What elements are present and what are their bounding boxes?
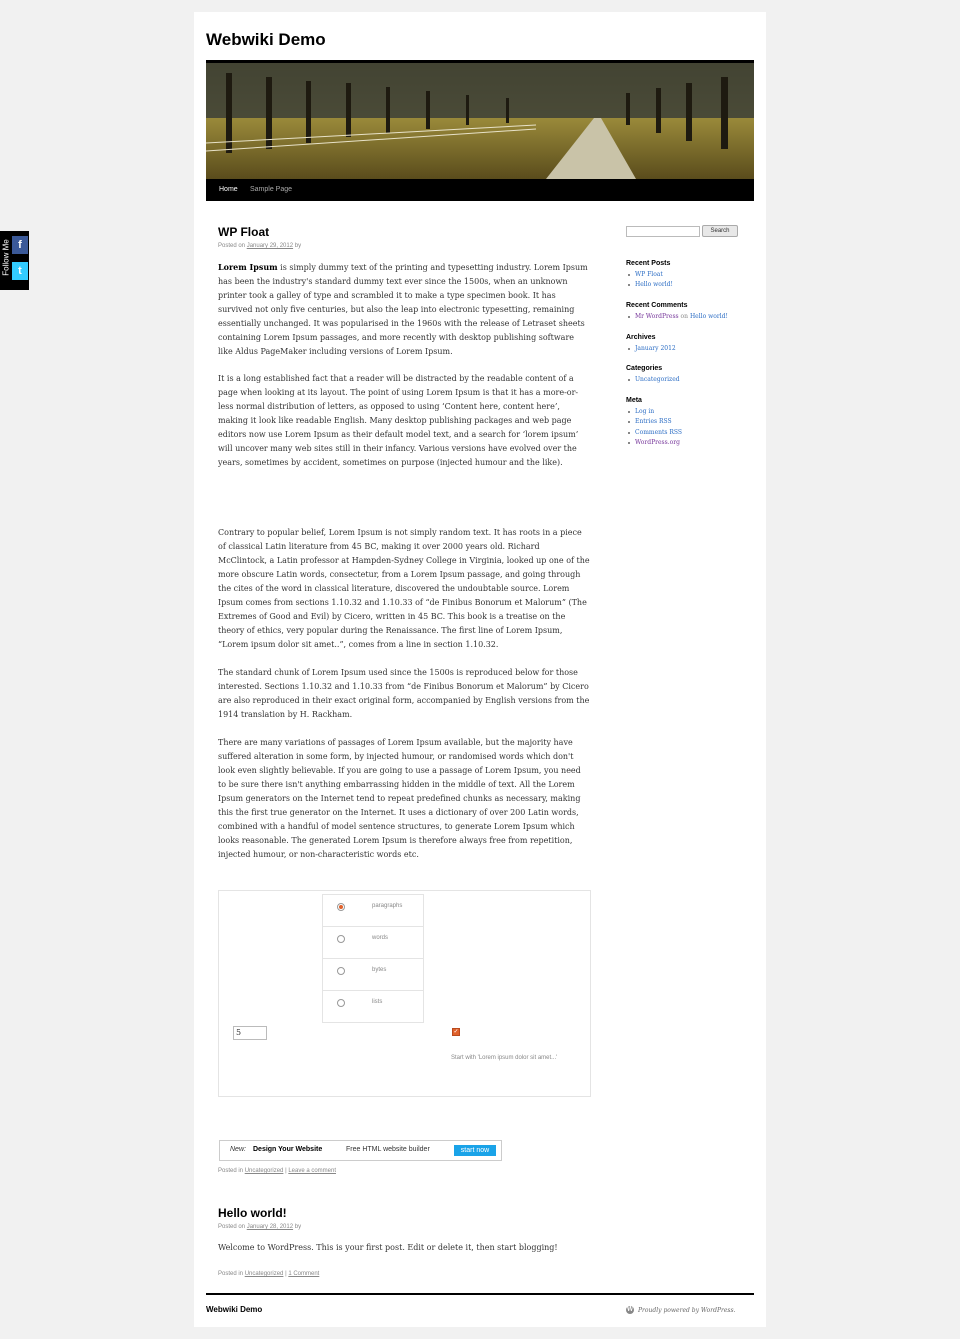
category-link[interactable]: Uncategorized: [635, 376, 680, 383]
radio-bytes[interactable]: [337, 967, 345, 975]
meta-link-entries-rss[interactable]: Entries RSS: [635, 418, 672, 425]
archive-link[interactable]: January 2012: [635, 345, 676, 352]
post-paragraph: Lorem Ipsum is simply dummy text of the …: [218, 260, 590, 359]
post-meta: Posted on January 29, 2012 by: [218, 243, 301, 249]
facebook-icon[interactable]: f: [12, 236, 28, 254]
post-meta: Posted on January 28, 2012 by: [218, 1224, 301, 1230]
header-image: [206, 60, 754, 182]
radio-words[interactable]: [337, 935, 345, 943]
widget-title-categories: Categories: [626, 365, 663, 372]
radio-lists[interactable]: [337, 999, 345, 1007]
follow-me-label: Follow Me: [1, 239, 11, 276]
follow-me-widget: Follow Me f t: [0, 231, 29, 290]
bold-lead: Lorem Ipsum: [218, 262, 278, 272]
bullet: [628, 442, 630, 444]
post-paragraph: The standard chunk of Lorem Ipsum used s…: [218, 668, 590, 719]
widget-title-meta: Meta: [626, 397, 642, 404]
bullet: [628, 379, 630, 381]
bullet: [628, 284, 630, 286]
post-title[interactable]: WP Float: [218, 225, 269, 239]
option-label: lists: [372, 999, 383, 1005]
posted-on-label: Posted on: [218, 1224, 246, 1230]
widget-title-archives: Archives: [626, 334, 656, 341]
option-label: words: [372, 935, 389, 941]
option-label: paragraphs: [372, 903, 403, 909]
leave-comment-link[interactable]: Leave a comment: [288, 1168, 336, 1174]
bullet: [628, 274, 630, 276]
by-label: by: [294, 1224, 302, 1230]
recent-comment: Mr WordPress on Hello world!: [635, 313, 728, 320]
separator: |: [285, 1168, 287, 1174]
ad-headline: Design Your Website: [253, 1146, 323, 1153]
comments-link[interactable]: 1 Comment: [288, 1271, 319, 1277]
lorem-generator-form: paragraphs words bytes lists 5 ✓ Start w…: [218, 890, 591, 1097]
posted-in-label: Posted in: [218, 1271, 244, 1277]
post-paragraph: There are many variations of passages of…: [218, 738, 581, 859]
amount-input[interactable]: 5: [233, 1026, 267, 1040]
meta-link-wordpress-org[interactable]: WordPress.org: [635, 439, 680, 446]
main-navigation: Home Sample Page: [206, 179, 754, 201]
start-with-lorem-checkbox[interactable]: ✓: [452, 1028, 460, 1036]
option-bytes[interactable]: bytes: [323, 959, 423, 991]
twitter-icon[interactable]: t: [12, 262, 28, 280]
lorem-type-options: paragraphs words bytes lists: [322, 894, 424, 1023]
option-words[interactable]: words: [323, 927, 423, 959]
footer-site-title[interactable]: Webwiki Demo: [206, 1305, 262, 1314]
posted-on-label: Posted on: [218, 243, 246, 249]
post-utility: Posted in Uncategorized | Leave a commen…: [218, 1168, 336, 1174]
widget-title-recent-posts: Recent Posts: [626, 260, 671, 267]
bullet: [628, 421, 630, 423]
comment-post-link[interactable]: Hello world!: [690, 313, 728, 320]
separator: |: [285, 1271, 287, 1277]
ad-new-label: New:: [230, 1146, 246, 1153]
ad-start-button[interactable]: start now: [454, 1145, 496, 1156]
post-paragraph: Contrary to popular belief, Lorem Ipsum …: [218, 528, 590, 649]
post-utility: Posted in Uncategorized | 1 Comment: [218, 1271, 319, 1277]
post-title[interactable]: Hello world!: [218, 1206, 287, 1220]
post-paragraph: Welcome to WordPress. This is your first…: [218, 1243, 558, 1252]
option-paragraphs[interactable]: paragraphs: [323, 895, 423, 927]
tree-avenue-image: [206, 63, 754, 179]
nav-item-sample-page[interactable]: Sample Page: [250, 179, 292, 201]
option-label: bytes: [372, 967, 387, 973]
posted-in-label: Posted in: [218, 1168, 244, 1174]
bullet: [628, 432, 630, 434]
category-link[interactable]: Uncategorized: [245, 1271, 284, 1277]
category-link[interactable]: Uncategorized: [245, 1168, 284, 1174]
post-date-link[interactable]: January 28, 2012: [247, 1224, 293, 1230]
meta-link-comments-rss[interactable]: Comments RSS: [635, 429, 682, 436]
search-button[interactable]: Search: [702, 225, 738, 237]
bullet: [628, 348, 630, 350]
meta-link-login[interactable]: Log in: [635, 408, 654, 415]
widget-title-recent-comments: Recent Comments: [626, 302, 688, 309]
ad-tagline: Free HTML website builder: [346, 1146, 430, 1153]
comment-author-link[interactable]: Mr WordPress: [635, 313, 679, 320]
powered-by-link[interactable]: Proudly powered by WordPress.: [638, 1307, 736, 1314]
site-title[interactable]: Webwiki Demo: [206, 30, 326, 50]
page-wrapper: Webwiki Demo Home Sample Page WP Float P…: [194, 12, 766, 1327]
wordpress-icon: W: [626, 1306, 634, 1314]
option-lists[interactable]: lists: [323, 991, 423, 1022]
paragraph-text: is simply dummy text of the printing and…: [218, 263, 588, 356]
search-input[interactable]: [626, 226, 700, 237]
start-with-label: Start with 'Lorem ipsum dolor sit amet..…: [451, 1055, 558, 1061]
radio-paragraphs[interactable]: [337, 903, 345, 911]
by-label: by: [294, 243, 302, 249]
nav-item-home[interactable]: Home: [219, 179, 238, 201]
post-paragraph: It is a long established fact that a rea…: [218, 374, 579, 467]
footer-divider: [206, 1293, 754, 1295]
recent-post-link[interactable]: WP Float: [635, 271, 663, 278]
bullet: [628, 316, 630, 318]
bullet: [628, 411, 630, 413]
comment-on-label: on: [680, 313, 689, 320]
recent-post-link[interactable]: Hello world!: [635, 281, 673, 288]
ad-banner[interactable]: New: Design Your Website Free HTML websi…: [219, 1140, 502, 1161]
post-date-link[interactable]: January 29, 2012: [247, 243, 293, 249]
